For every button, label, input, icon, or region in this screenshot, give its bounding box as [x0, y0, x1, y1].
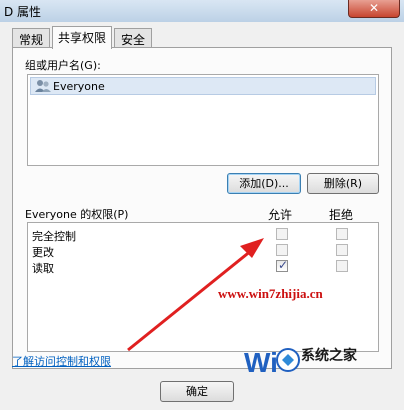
close-button[interactable]: ✕: [348, 0, 400, 18]
tab-general[interactable]: 常规: [12, 28, 50, 48]
allow-header: 允许: [268, 208, 293, 222]
perm-full-control-label: 完全控制: [32, 230, 76, 243]
change-allow-checkbox[interactable]: [276, 244, 288, 256]
list-item-everyone[interactable]: Everyone: [30, 77, 376, 95]
tab-sharing-permissions[interactable]: 共享权限: [52, 26, 112, 49]
ok-button-label: 确定: [186, 385, 208, 398]
read-allow-checkbox[interactable]: ✓: [276, 258, 289, 272]
add-button-label: 添加(D)...: [239, 177, 289, 190]
full-control-deny-checkbox[interactable]: [336, 228, 348, 240]
check-icon: ✓: [278, 258, 289, 272]
properties-window: D 属性 ✕ 常规 共享权限 安全 组或用户名(G): Everyone 添加(…: [0, 0, 404, 410]
read-deny-checkbox[interactable]: [336, 260, 348, 272]
permissions-list: 完全控制 更改 读取 ✓: [27, 222, 379, 352]
watermark-url: www.win7zhijia.cn: [218, 286, 323, 301]
user-name: Everyone: [53, 80, 105, 93]
group-or-user-label: 组或用户名(G):: [25, 59, 101, 72]
user-list[interactable]: Everyone: [27, 74, 379, 166]
remove-button[interactable]: 删除(R): [307, 173, 379, 194]
add-button[interactable]: 添加(D)...: [227, 173, 301, 194]
tab-security[interactable]: 安全: [114, 28, 152, 48]
win7-logo-icon: Wi: [244, 347, 300, 378]
svg-text:Wi: Wi: [244, 347, 278, 378]
change-deny-checkbox[interactable]: [336, 244, 348, 256]
title-bar: D 属性 ✕: [0, 0, 404, 22]
learn-access-control-link[interactable]: 了解访问控制和权限: [12, 353, 111, 369]
perm-change-label: 更改: [32, 246, 54, 259]
perm-read-label: 读取: [32, 262, 54, 275]
window-title: D 属性: [4, 5, 42, 19]
full-control-allow-checkbox[interactable]: [276, 228, 288, 240]
tab-sharing-permissions-label: 共享权限: [57, 31, 106, 45]
close-icon: ✕: [368, 1, 380, 15]
tab-security-label: 安全: [120, 33, 145, 47]
tab-general-label: 常规: [18, 33, 43, 47]
deny-header: 拒绝: [329, 208, 354, 222]
sharing-permissions-panel: 组或用户名(G): Everyone 添加(D)... 删除(R) Everyo…: [12, 47, 392, 369]
permissions-title: Everyone 的权限(P): [25, 208, 129, 221]
watermark-brand: 系统之家: [301, 348, 357, 364]
remove-button-label: 删除(R): [323, 177, 363, 190]
ok-button[interactable]: 确定: [160, 381, 234, 402]
users-icon: [35, 80, 51, 92]
